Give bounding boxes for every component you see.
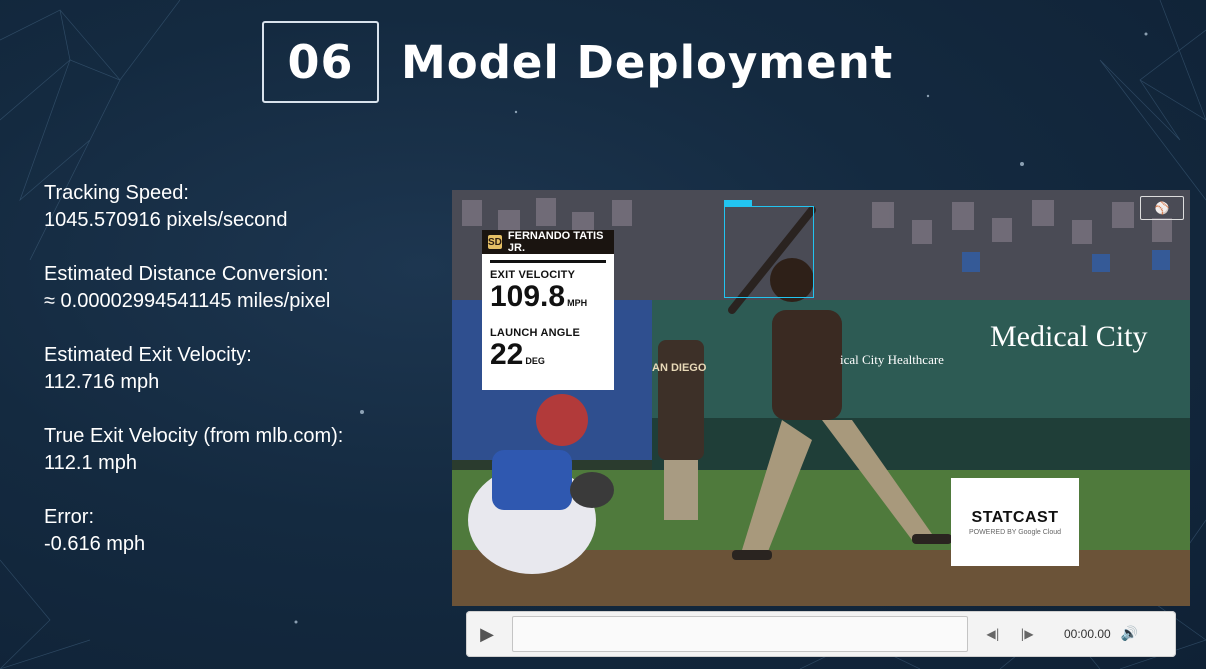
statcast-sub: POWERED BY Google Cloud [968,528,1062,536]
statcast-logo: STATCAST POWERED BY Google Cloud [951,478,1079,566]
player-header: SD FERNANDO TATIS JR. [482,230,614,254]
statcast-brand: STATCAST [971,508,1059,526]
tracking-box [724,206,814,298]
exit-velocity-value-row: 109.8 MPH [490,281,606,319]
stats-list: Tracking Speed: 1045.570916 pixels/secon… [44,180,424,585]
stat-value: 112.1 mph [44,452,138,474]
stat-card-body: EXIT VELOCITY 109.8 MPH LAUNCH ANGLE 22 DE… [482,254,614,390]
section-number: 06 [262,21,379,103]
stat-distance-conversion: Estimated Distance Conversion: ≈ 0.00002… [44,261,424,315]
launch-angle-value-row: 22 DEG [490,339,606,377]
time-display: 00:00.00 [1064,627,1111,641]
launch-angle-value: 22 [490,338,524,371]
stat-tracking-speed: Tracking Speed: 1045.570916 pixels/secon… [44,180,424,234]
slide-title: 06 Model Deployment [262,20,893,104]
player-name: FERNANDO TATIS JR. [507,230,604,254]
stat-value: 112.716 mph [44,371,160,393]
stat-label: True Exit Velocity (from mlb.com): [44,425,344,447]
step-back-icon[interactable]: ◀| [984,625,1002,643]
jersey-text: AN DIEGO [652,362,707,374]
ad-medical-city: Medical City [990,320,1148,353]
mlb-logo-icon: ⚾ [1140,196,1184,220]
stat-label: Estimated Distance Conversion: [44,263,329,285]
video-frame[interactable]: Medical City ical City Healthcare AN DIE… [452,190,1190,606]
divider [490,260,606,263]
stat-value: ≈ 0.00002994541145 miles/pixel [44,290,331,312]
exit-velocity-unit: MPH [567,298,588,308]
exit-velocity-value: 109.8 [490,280,566,313]
padres-logo-icon: SD [488,235,502,249]
stat-value: -0.616 mph [44,533,146,555]
stat-label: Error: [44,506,94,528]
page-title: Model Deployment [401,35,894,89]
media-controls: ▶ ◀| |▶ 00:00.00 🔊 [466,611,1176,657]
play-icon[interactable]: ▶ [476,623,498,645]
launch-angle-unit: DEG [525,356,545,366]
ad-medical-city-small: ical City Healthcare [840,352,944,367]
statcast-overlay-card: SD FERNANDO TATIS JR. EXIT VELOCITY 109.… [482,230,614,390]
stat-label: Estimated Exit Velocity: [44,344,252,366]
stat-estimated-exit-velocity: Estimated Exit Velocity: 112.716 mph [44,342,424,396]
step-forward-icon[interactable]: |▶ [1018,625,1036,643]
stat-label: Tracking Speed: [44,182,189,204]
stat-value: 1045.570916 pixels/second [44,209,288,231]
stat-error: Error: -0.616 mph [44,504,424,558]
volume-icon[interactable]: 🔊 [1121,626,1138,642]
stat-true-exit-velocity: True Exit Velocity (from mlb.com): 112.1… [44,423,424,477]
seek-bar[interactable] [512,616,968,652]
